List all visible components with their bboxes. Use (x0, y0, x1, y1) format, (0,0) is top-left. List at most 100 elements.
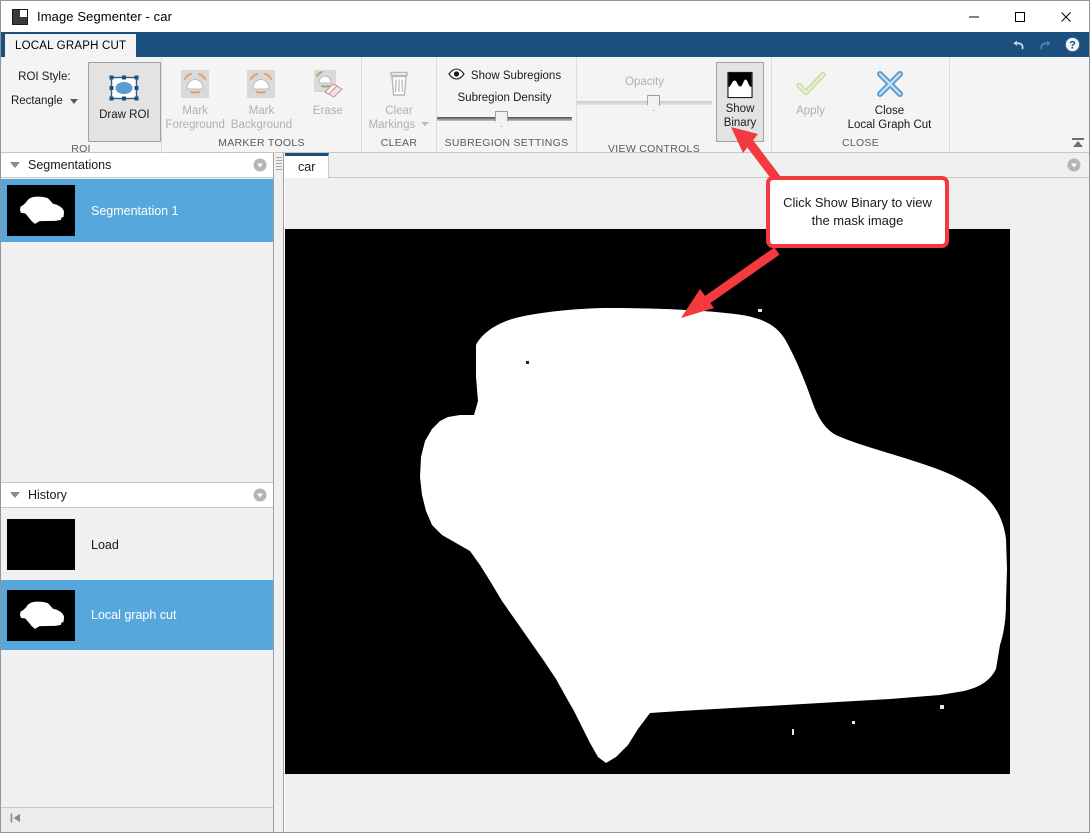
ribbon-group-clear: Clear Markings CLEAR (361, 57, 436, 153)
ribbon-tab-strip: LOCAL GRAPH CUT ? (1, 32, 1089, 57)
title-bar: Image Segmenter - car (1, 1, 1089, 32)
history-section: History Load Local gr (1, 482, 273, 807)
car-binary-mask-image[interactable] (285, 229, 1010, 774)
collapse-triangle-icon[interactable] (10, 492, 20, 498)
segmentations-section: Segmentations Segmentation 1 (1, 153, 273, 482)
segmentations-header[interactable]: Segmentations (1, 153, 273, 178)
close-lgc-label-2: Local Graph Cut (848, 119, 932, 133)
ribbon-group-subregion-settings: Show Subregions Subregion Density SUBREG… (436, 57, 576, 153)
roi-style-control: ROI Style: Rectangle (1, 62, 88, 107)
list-item-label: Load (91, 538, 119, 552)
apply-button[interactable]: Apply (782, 62, 840, 119)
clear-markings-label-2: Markings (369, 119, 430, 133)
slider-track (577, 101, 712, 105)
redo-icon[interactable] (1037, 36, 1054, 53)
show-binary-icon (725, 71, 755, 99)
close-x-icon (873, 67, 907, 101)
clear-markings-button[interactable]: Clear Markings (362, 62, 436, 132)
roi-style-label: ROI Style: (1, 71, 88, 83)
undo-icon[interactable] (1010, 36, 1027, 53)
ribbon-group-clear-title: CLEAR (362, 136, 436, 153)
history-list: Load Local graph cut (1, 509, 273, 650)
document-tab-car[interactable]: car (285, 153, 329, 178)
minimize-button[interactable] (951, 1, 997, 32)
slider-thumb[interactable] (647, 95, 660, 111)
subregion-density-label: Subregion Density (437, 92, 572, 104)
ribbon-group-close: Apply Close Local Gr (771, 57, 949, 153)
mark-background-icon (244, 67, 278, 101)
minimize-ribbon-button[interactable] (1070, 135, 1086, 151)
segmentations-title: Segmentations (28, 158, 111, 172)
show-binary-label-1: Show (726, 103, 755, 117)
list-item[interactable]: Load (1, 509, 273, 580)
close-button[interactable] (1043, 1, 1089, 32)
mark-foreground-button[interactable]: Mark Foreground (162, 62, 228, 132)
car-mask-thumb (7, 185, 75, 236)
slider-thumb[interactable] (495, 111, 508, 127)
window-controls (951, 1, 1089, 32)
draw-roi-label: Draw ROI (99, 109, 149, 123)
splitter-grip-icon[interactable] (276, 157, 282, 175)
clear-markings-label-2-text: Markings (369, 119, 416, 131)
document-tab-bar: car (285, 153, 1089, 178)
tab-local-graph-cut[interactable]: LOCAL GRAPH CUT (5, 34, 136, 57)
panel-options-icon[interactable] (253, 488, 267, 502)
mark-foreground-label-1: Mark (182, 105, 208, 119)
panel-options-icon[interactable] (253, 158, 267, 172)
check-icon (794, 67, 828, 101)
segmentations-list: Segmentation 1 (1, 179, 273, 242)
mark-background-button[interactable]: Mark Background (228, 62, 294, 132)
collapse-panel-icon[interactable] (9, 811, 23, 830)
svg-text:?: ? (1069, 40, 1076, 52)
history-title: History (28, 488, 67, 502)
erase-button[interactable]: Erase (295, 62, 361, 119)
eye-icon (448, 68, 465, 83)
show-binary-button[interactable]: Show Binary (716, 62, 764, 142)
clear-markings-label-1: Clear (385, 105, 412, 119)
erase-icon (311, 67, 345, 101)
close-local-graph-cut-button[interactable]: Close Local Graph Cut (840, 62, 940, 132)
image-canvas[interactable] (285, 178, 1089, 832)
mark-background-label-2: Background (231, 119, 292, 133)
subregion-density-slider[interactable] (437, 111, 572, 127)
ribbon: ROI Style: Rectangle (1, 57, 1089, 153)
mark-background-label-1: Mark (249, 105, 275, 119)
trash-icon (382, 67, 416, 101)
draw-roi-icon (107, 71, 141, 105)
show-subregions-toggle[interactable]: Show Subregions (437, 68, 572, 83)
list-item[interactable]: Local graph cut (1, 580, 273, 650)
ribbon-group-roi: ROI Style: Rectangle (1, 57, 161, 153)
apply-label: Apply (796, 105, 825, 119)
ribbon-group-spacer (949, 57, 1089, 153)
mark-foreground-icon (178, 67, 212, 101)
chevron-down-icon (70, 99, 78, 104)
close-lgc-label-1: Close (875, 105, 904, 119)
panel-splitter[interactable] (274, 153, 284, 832)
erase-label: Erase (313, 105, 343, 119)
document-area: car (285, 153, 1089, 832)
help-icon[interactable]: ? (1064, 36, 1081, 53)
list-item-label: Segmentation 1 (91, 204, 179, 218)
car-mask-thumb (7, 590, 75, 641)
mark-foreground-label-2: Foreground (165, 119, 224, 133)
document-options-icon[interactable] (1067, 158, 1081, 172)
roi-style-dropdown[interactable]: Rectangle (1, 95, 88, 107)
quick-access-toolbar: ? (1010, 32, 1081, 57)
ribbon-group-marker-tools-title: MARKER TOOLS (162, 136, 361, 153)
show-subregions-label: Show Subregions (471, 70, 561, 82)
collapse-triangle-icon[interactable] (10, 162, 20, 168)
history-header[interactable]: History (1, 483, 273, 508)
ribbon-group-close-title: CLOSE (772, 136, 949, 153)
chevron-down-icon (421, 122, 429, 126)
roi-style-value: Rectangle (11, 95, 63, 107)
panel-footer (1, 807, 273, 832)
list-item-label: Local graph cut (91, 608, 176, 622)
list-item[interactable]: Segmentation 1 (1, 179, 273, 242)
app-icon (12, 9, 28, 25)
maximize-button[interactable] (997, 1, 1043, 32)
left-panel: Segmentations Segmentation 1 (1, 153, 274, 832)
opacity-slider[interactable] (577, 95, 712, 111)
ribbon-group-marker-tools: Mark Foreground Mark Backgrou (161, 57, 361, 153)
draw-roi-button[interactable]: Draw ROI (88, 62, 161, 142)
ribbon-group-view-controls: Opacity Show Binary (576, 57, 771, 153)
